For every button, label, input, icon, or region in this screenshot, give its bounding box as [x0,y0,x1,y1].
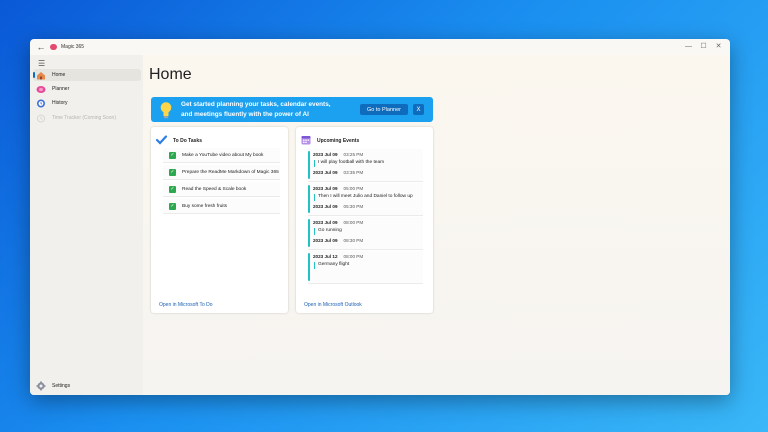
sidebar-item-time-tracker: Time Tracker (Coming Soon) [33,112,141,124]
event-item[interactable]: 2023 Jul 12 08:00 PM Germany flight [308,251,423,284]
active-indicator [33,72,35,78]
sidebar-item-history[interactable]: History [33,97,141,109]
events-card-header: Upcoming Events [301,132,359,150]
main-content: Home Get started planning your tasks, ca… [143,55,730,395]
ai-banner: Get started planning your tasks, calenda… [151,97,433,122]
sidebar-item-settings[interactable]: Settings [33,380,71,391]
event-title-marker [314,160,315,167]
event-color-bar [308,253,310,281]
event-title-marker [314,194,315,201]
event-end: 2023 Jul 09 03:35 PM [313,170,363,175]
event-item[interactable]: 2023 Jul 09 03:25 PM I will play football… [308,149,423,182]
title-bar: ← Magic 365 — ☐ ✕ [30,39,730,55]
app-window: ← Magic 365 — ☐ ✕ ☰ Home Planner History… [30,39,730,395]
event-title-marker [314,228,315,235]
clock-icon [36,114,46,123]
event-end-time: 08:30 PM [343,238,364,243]
hamburger-menu-button[interactable]: ☰ [38,59,45,68]
event-start-date: 2023 Jul 09 [313,220,338,225]
sidebar-item-planner[interactable]: Planner [33,83,141,95]
task-item[interactable]: ✓ Buy some fresh fruits [163,199,280,214]
sidebar: ☰ Home Planner History Time Tracker (Com… [30,55,143,395]
lightbulb-icon [160,101,172,119]
event-end [313,272,319,277]
history-icon [36,99,46,108]
minimize-button[interactable]: — [681,40,696,54]
task-item[interactable]: ✓ Prepare the ReadMe Markdown of Magic 3… [163,165,280,180]
event-title: Go running [318,228,342,233]
go-to-planner-button[interactable]: Go to Planner [360,104,408,115]
event-title: I will play football with the team [318,160,385,165]
gear-icon [36,380,46,391]
event-title: Germany flight [318,262,350,267]
event-start: 2023 Jul 09 08:00 PM [313,220,363,225]
banner-line-2: and meetings fluently with the power of … [181,110,309,118]
settings-label: Settings [52,382,71,389]
close-banner-button[interactable]: X [413,104,424,115]
task-label: Buy some fresh fruits [182,203,228,209]
event-title-marker [314,262,315,269]
event-start-time: 03:25 PM [343,152,364,157]
task-label: Prepare the ReadMe Markdown of Magic 365 [182,169,279,175]
maximize-button[interactable]: ☐ [696,40,711,54]
task-label: Read the Speed & Scale book [182,186,247,192]
event-end-time: 03:35 PM [343,170,364,175]
event-end: 2023 Jul 09 08:30 PM [313,238,363,243]
task-checkbox-icon[interactable]: ✓ [169,151,176,159]
home-icon [36,71,46,80]
banner-text: Get started planning your tasks, calenda… [181,100,351,120]
todo-card-title: To Do Tasks [173,138,202,144]
todo-card: To Do Tasks ✓ Make a YouTube video about… [151,127,288,313]
event-start-date: 2023 Jul 09 [313,186,338,191]
sidebar-item-home[interactable]: Home [33,69,141,81]
window-controls: — ☐ ✕ [681,40,726,54]
task-checkbox-icon[interactable]: ✓ [169,202,176,210]
sidebar-item-label: Home [52,72,66,78]
event-start: 2023 Jul 09 05:00 PM [313,186,363,191]
event-end: 2023 Jul 09 05:30 PM [313,204,363,209]
event-item[interactable]: 2023 Jul 09 05:00 PM Then I will meet Jul… [308,183,423,216]
event-start-time: 08:00 PM [343,254,364,259]
app-logo-icon [50,44,57,50]
event-start: 2023 Jul 09 03:25 PM [313,152,363,157]
planner-icon [36,85,46,94]
task-checkbox-icon[interactable]: ✓ [169,168,176,176]
task-checkbox-icon[interactable]: ✓ [169,185,176,193]
event-color-bar [308,219,310,247]
sidebar-item-label: History [52,100,68,106]
sidebar-item-label: Planner [52,86,70,92]
event-start-date: 2023 Jul 09 [313,152,338,157]
task-label: Make a YouTube video about My book [182,152,264,158]
open-outlook-link[interactable]: Open in Microsoft Outlook [304,302,362,308]
event-start: 2023 Jul 12 08:00 PM [313,254,363,259]
events-card: Upcoming Events 2023 Jul 09 03:25 PM I wi… [296,127,433,313]
page-title: Home [149,66,192,83]
calendar-icon [301,132,311,150]
open-todo-link[interactable]: Open in Microsoft To Do [159,302,213,308]
event-start-time: 05:00 PM [343,186,364,191]
event-item[interactable]: 2023 Jul 09 08:00 PM Go running 2023 Jul … [308,217,423,250]
close-window-button[interactable]: ✕ [711,40,726,54]
event-end-time: 05:30 PM [343,204,364,209]
event-start-time: 08:00 PM [343,220,364,225]
event-start-date: 2023 Jul 12 [313,254,338,259]
event-end-date: 2023 Jul 09 [313,238,338,243]
event-end-date: 2023 Jul 09 [313,204,338,209]
app-title: Magic 365 [61,44,85,50]
task-item[interactable]: ✓ Read the Speed & Scale book [163,182,280,197]
event-color-bar [308,151,310,179]
banner-line-1: Get started planning your tasks, calenda… [181,100,331,108]
task-item[interactable]: ✓ Make a YouTube video about My book [163,148,280,163]
back-button[interactable]: ← [34,42,48,52]
events-card-title: Upcoming Events [317,138,360,144]
event-color-bar [308,185,310,213]
sidebar-item-label: Time Tracker (Coming Soon) [52,115,116,121]
event-end-date: 2023 Jul 09 [313,170,338,175]
event-title: Then I will meet Julio and Daniel to fol… [318,194,413,199]
